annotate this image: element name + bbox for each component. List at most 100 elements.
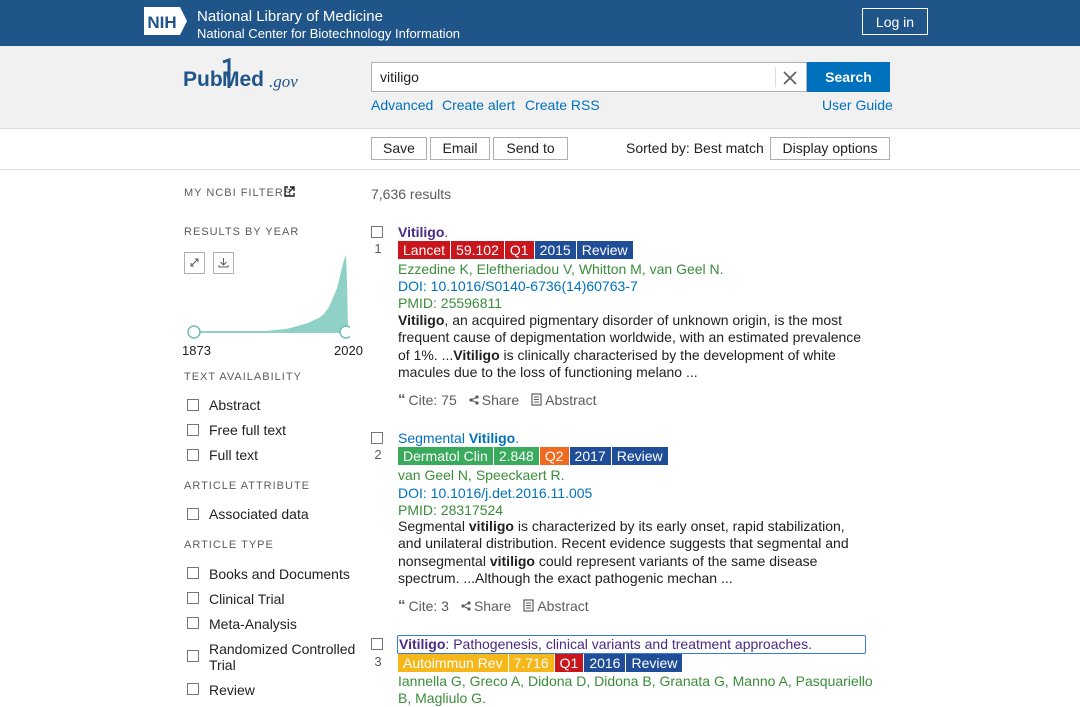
create-rss-link[interactable]: Create RSS [525,97,600,113]
badge-quartile: Q1 [504,241,534,259]
article-type-heading: ARTICLE TYPE [184,539,274,551]
login-button[interactable]: Log in [862,8,928,35]
cite-button[interactable]: “Cite: 3 [398,597,449,614]
badge-impact-factor: 2.848 [493,447,539,465]
result-title-rest: . [444,224,449,240]
result-checkbox[interactable] [371,638,383,650]
share-button[interactable]: Share [469,392,519,408]
filter-clinical-trial-label[interactable]: Clinical Trial [209,591,284,607]
badge-journal: Autoimmun Rev [398,654,508,672]
result-title-rest: : Pathogenesis, clinical variants and tr… [445,636,812,652]
save-button[interactable]: Save [371,137,427,160]
badge-type: Review [611,447,668,465]
result-title-bold: Vitiligo [398,224,445,240]
result-snippet: Segmental vitiligo is characterized by i… [398,518,849,586]
nih-logo-text: NIH [147,13,176,32]
close-icon[interactable] [781,69,799,87]
filter-full-text-label[interactable]: Full text [209,447,258,463]
cite-button[interactable]: “Cite: 75 [398,391,457,408]
nih-logo[interactable]: NIH [144,7,187,35]
result-checkbox[interactable] [371,432,383,444]
checkbox-free-full-text[interactable] [187,424,199,436]
result-title-link[interactable]: Vitiligo: Pathogenesis, clinical variant… [397,635,866,654]
year-histogram[interactable] [186,250,350,340]
badge-quartile: Q1 [554,654,584,672]
abstract-button[interactable]: Abstract [531,392,596,408]
send-to-button[interactable]: Send to [493,137,568,160]
filter-associated-data-label[interactable]: Associated data [209,506,309,522]
search-box [371,62,807,92]
filter-meta-analysis-label[interactable]: Meta-Analysis [209,616,297,632]
results-count: 7,636 results [371,186,452,202]
checkbox-books-and-documents[interactable] [187,567,199,579]
my-ncbi-filters-heading[interactable]: MY NCBI FILTERS [184,187,292,199]
badge-journal: Dermatol Clin [398,447,493,465]
result-number: 1 [374,241,382,256]
cite-label: Cite: 75 [408,391,457,408]
abstract-label: Abstract [537,597,589,614]
result-title-link[interactable]: Segmental Vitiligo. [398,430,519,446]
user-guide-link[interactable]: User Guide [822,97,893,113]
create-alert-link[interactable]: Create alert [442,97,515,113]
abstract-button[interactable]: Abstract [523,597,589,614]
checkbox-full-text[interactable] [187,449,199,461]
result-authors-line1: Iannella G, Greco A, Didona D, Didona B,… [398,673,873,689]
sort-label[interactable]: Sorted by: Best match [626,140,764,156]
org-name-line2[interactable]: National Center for Biotechnology Inform… [197,26,460,41]
badge-impact-factor: 7.716 [508,654,554,672]
divider [0,169,1080,170]
result-checkbox[interactable] [371,226,383,238]
advanced-link[interactable]: Advanced [371,97,433,113]
result-doi-link[interactable]: DOI: 10.1016/S0140-6736(14)60763-7 [398,278,638,294]
checkbox-meta-analysis[interactable] [187,617,199,629]
result-snippet: Vitiligo, an acquired pigmentary disorde… [398,312,862,380]
year-start-label: 1873 [182,343,211,358]
org-name-line1[interactable]: National Library of Medicine [197,8,383,25]
nih-header-bar: NIH National Library of Medicine Nationa… [0,0,1080,46]
result-pmid: PMID: 25596811 [398,295,503,311]
cite-label: Cite: 3 [408,597,449,614]
checkbox-clinical-trial[interactable] [187,592,199,604]
result-authors: Ezzedine K, Eleftheriadou V, Whitton M, … [398,261,724,277]
checkbox-associated-data[interactable] [187,508,199,520]
document-icon [523,599,534,612]
result-pmid: PMID: 28317524 [398,502,504,518]
result-title-link[interactable]: Vitiligo. [398,224,448,240]
badge-journal: Lancet [398,241,451,259]
journal-badges: Autoimmun Rev 7.716 Q1 2016 Review [398,654,683,672]
result-number: 2 [374,447,382,462]
article-attribute-heading: ARTICLE ATTRIBUTE [184,480,311,492]
filter-books-label[interactable]: Books and Documents [209,566,350,582]
share-button[interactable]: Share [461,598,511,614]
checkbox-review[interactable] [187,683,199,695]
share-icon [461,600,471,611]
result-authors: van Geel N, Speeckaert R. [398,467,565,483]
result-title-bold: Vitiligo [468,430,516,446]
result-doi-link[interactable]: DOI: 10.1016/j.det.2016.11.005 [398,485,592,501]
divider [775,67,776,87]
year-end-handle [339,325,350,339]
year-start-handle [187,325,201,339]
badge-impact-factor: 59.102 [451,241,504,259]
checkbox-abstract[interactable] [187,399,199,411]
journal-badges: Lancet 59.102 Q1 2015 Review [398,241,634,259]
search-input[interactable] [380,69,760,85]
badge-quartile: Q2 [539,447,569,465]
email-button[interactable]: Email [430,137,490,160]
journal-badges: Dermatol Clin 2.848 Q2 2017 Review [398,447,669,465]
text-availability-heading: TEXT AVAILABILITY [184,371,302,383]
result-title-rest: . [515,430,520,446]
filter-review-label[interactable]: Review [209,682,255,698]
result-actions: “Cite: 75 Share Abstract [398,391,596,408]
share-label: Share [473,597,512,614]
external-link-icon[interactable] [284,186,295,197]
filter-rct-label[interactable]: Randomized Controlled Trial [209,641,359,673]
filter-abstract-label[interactable]: Abstract [209,397,260,413]
result-title-bold: Vitiligo [399,636,446,652]
filter-free-full-text-label[interactable]: Free full text [209,422,286,438]
year-end-label: 2020 [334,343,363,358]
pubmed-logo[interactable]: Pub Med .gov [183,58,323,98]
display-options-button[interactable]: Display options [770,137,890,160]
checkbox-randomized-controlled-trial[interactable] [187,650,199,662]
search-button[interactable]: Search [807,62,890,92]
